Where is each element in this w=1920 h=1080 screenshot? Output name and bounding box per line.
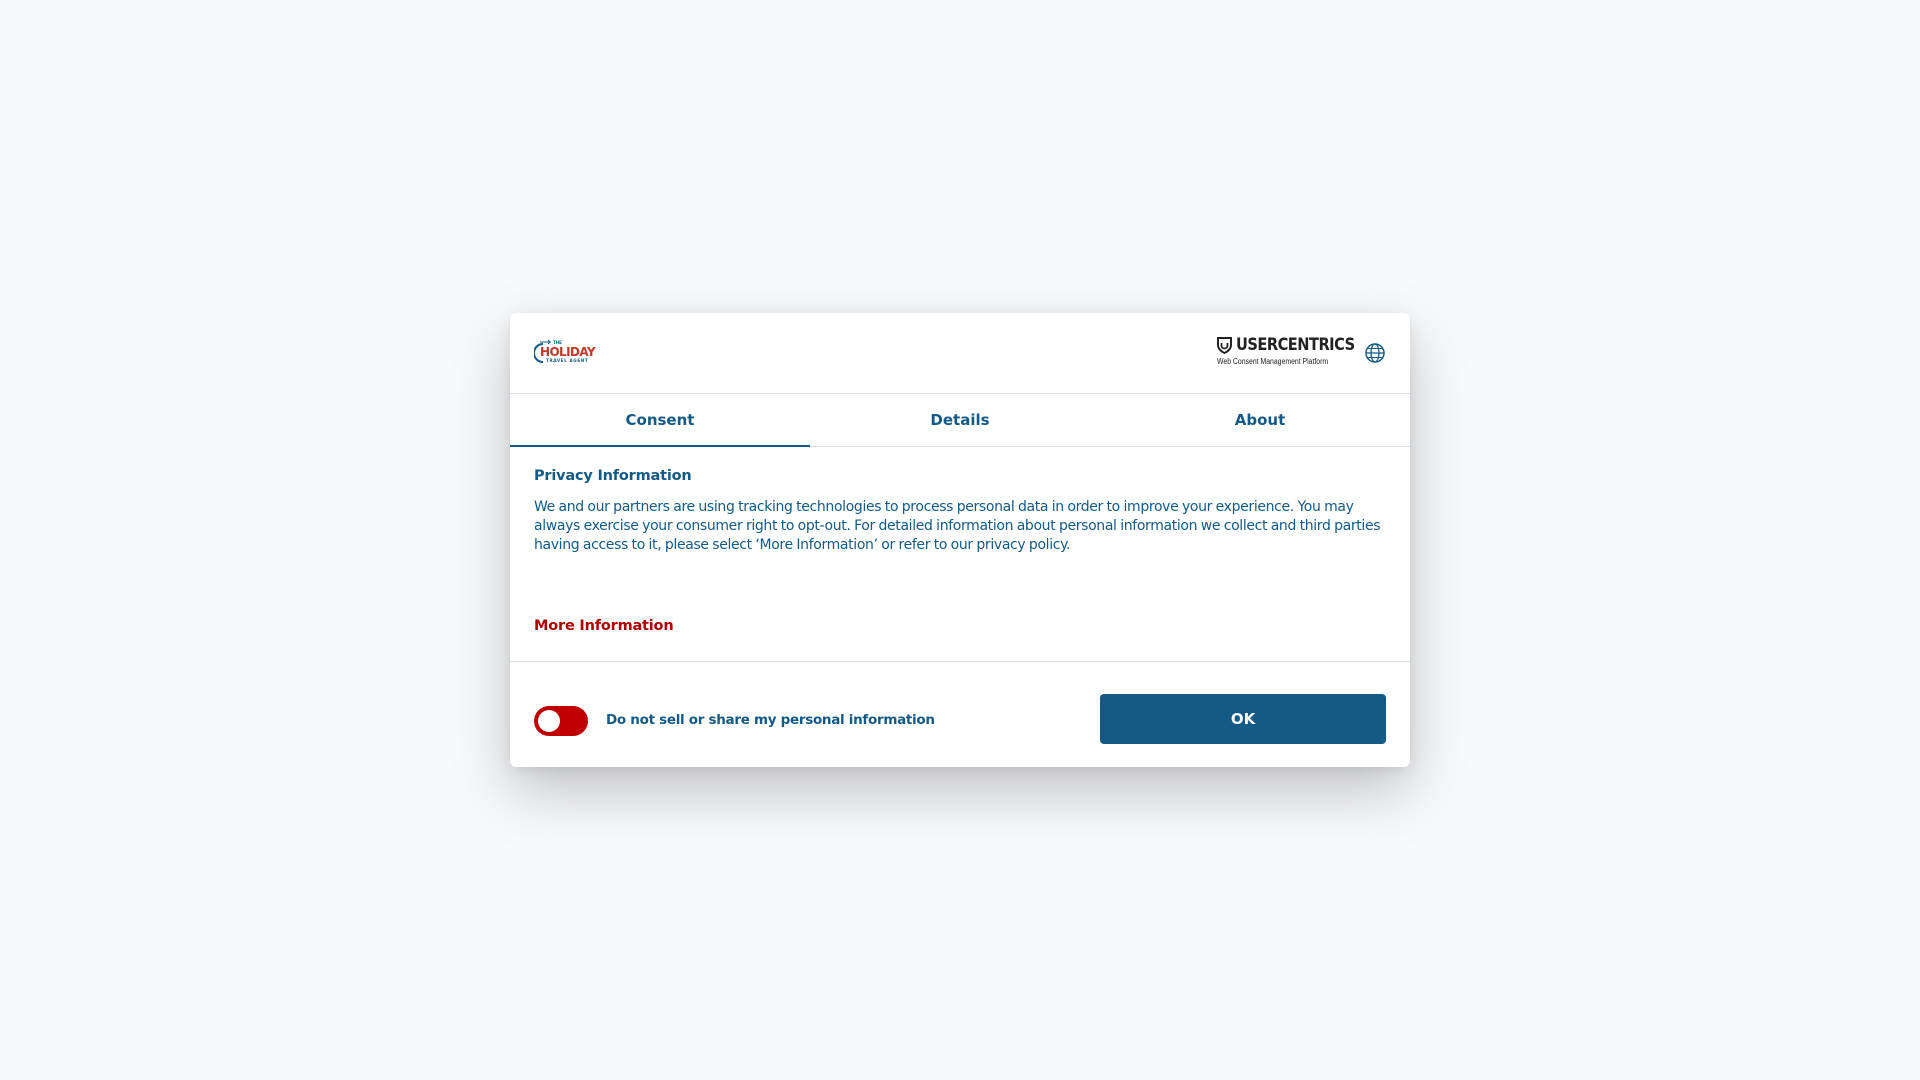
toggle-knob xyxy=(538,710,560,732)
shield-icon xyxy=(1217,337,1232,354)
privacy-content: Privacy Information We and our partners … xyxy=(534,468,1386,555)
holiday-travel-agent-logo: THE HOLIDAY TRAVEL AGENT xyxy=(534,339,596,363)
tab-bar: Consent Details About xyxy=(510,394,1410,447)
dialog-footer: Do not sell or share my personal informa… xyxy=(510,661,1410,767)
dialog-header: THE HOLIDAY TRAVEL AGENT USERCENTRICS We… xyxy=(510,313,1410,394)
tab-about[interactable]: About xyxy=(1110,394,1410,446)
more-information-link[interactable]: More Information xyxy=(534,618,674,634)
globe-icon[interactable] xyxy=(1364,342,1386,364)
consent-dialog: THE HOLIDAY TRAVEL AGENT USERCENTRICS We… xyxy=(510,313,1410,767)
privacy-title: Privacy Information xyxy=(534,468,692,484)
ok-button[interactable]: OK xyxy=(1100,694,1386,744)
do-not-sell-label[interactable]: Do not sell or share my personal informa… xyxy=(606,712,935,728)
tab-consent[interactable]: Consent xyxy=(510,394,810,447)
usercentrics-subtitle: Web Consent Management Platform xyxy=(1217,357,1329,366)
logo-main-text: HOLIDAY xyxy=(540,345,596,359)
usercentrics-title: USERCENTRICS xyxy=(1236,335,1355,355)
usercentrics-logo: USERCENTRICS Web Consent Management Plat… xyxy=(1216,335,1356,371)
do-not-sell-toggle[interactable] xyxy=(534,706,588,736)
tab-details[interactable]: Details xyxy=(810,394,1110,446)
privacy-text: We and our partners are using tracking t… xyxy=(534,499,1381,553)
logo-sub-text: TRAVEL AGENT xyxy=(546,358,588,363)
